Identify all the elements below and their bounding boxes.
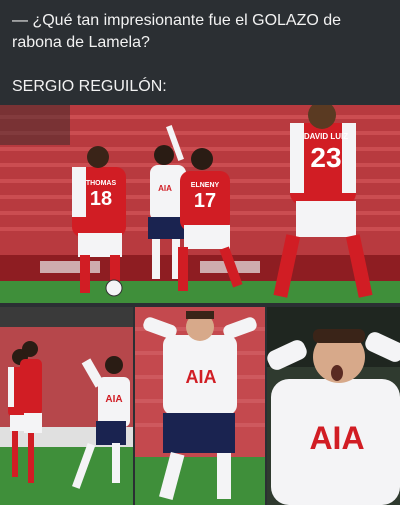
football — [105, 279, 123, 297]
shirt-number-center: 17 — [194, 190, 216, 212]
photo-goal-wide: AIA — [0, 307, 133, 505]
answer-label: SERGIO REGUILÓN: — [12, 78, 167, 95]
shirt-name-center: ELNENY — [191, 182, 220, 189]
photo-reguilon-shock: AIA — [135, 307, 265, 505]
photo-reguilon-closeup: AIA — [267, 307, 400, 505]
sponsor-bottom-right: AIA — [309, 420, 364, 456]
shirt-name-left: THOMAS — [86, 180, 117, 187]
shirt-name-right: DAVID LUIZ — [304, 132, 348, 141]
question-text: — ¿Qué tan impresionante fue el GOLAZO d… — [12, 12, 342, 51]
shirt-number-left: 18 — [90, 188, 112, 210]
sponsor-bottom-middle: AIA — [186, 367, 217, 387]
shirt-number-right: 23 — [310, 142, 341, 173]
post-caption: — ¿Qué tan impresionante fue el GOLAZO d… — [12, 10, 392, 98]
photo-match-goal-scene: THOMAS 18 AIA ELNENY 17 DAVID LUIZ 23 — [0, 105, 400, 303]
sponsor-top: AIA — [158, 184, 172, 193]
sponsor-bottom-left: AIA — [105, 394, 122, 405]
